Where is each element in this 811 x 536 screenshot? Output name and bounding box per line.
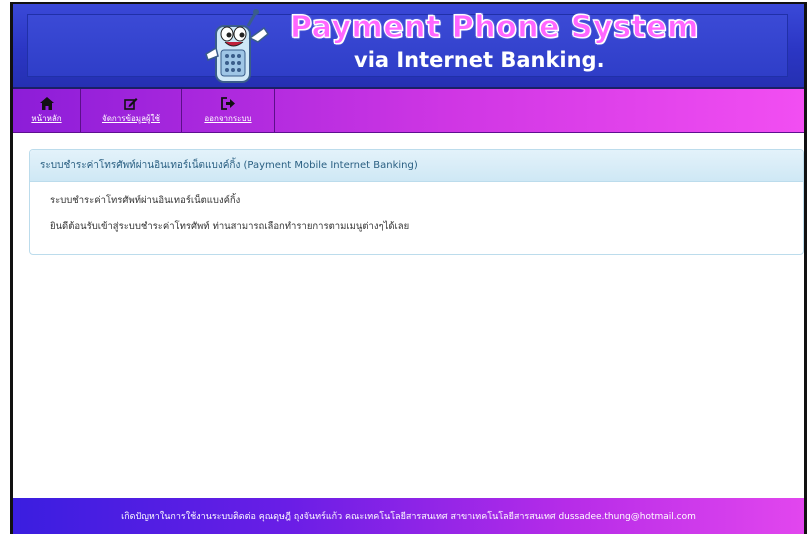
nav-item-logout[interactable]: ออกจากระบบ	[182, 89, 275, 132]
welcome-line-instructions: ยินดีต้อนรับเข้าสู่ระบบชำระค่าโทรศัพท์ ท…	[50, 221, 410, 232]
welcome-panel: ระบบชำระค่าโทรศัพท์ผ่านอินเทอร์เน็ตแบงค์…	[29, 149, 804, 255]
panel-body: ระบบชำระค่าโทรศัพท์ผ่านอินเทอร์เน็ตแบงค์…	[30, 182, 803, 256]
nav-label-home: หน้าหลัก	[31, 113, 62, 123]
sign-out-icon	[220, 96, 236, 110]
edit-icon	[124, 97, 138, 110]
footer-contact-text: เกิดปัญหาในการใช้งานระบบติดต่อ คุณดุษฎี …	[121, 512, 696, 522]
welcome-line-system: ระบบชำระค่าโทรศัพท์ผ่านอินเทอร์เน็ตแบงค์…	[50, 195, 241, 206]
phone-mascot-logo	[198, 8, 278, 88]
nav-item-manage-user[interactable]: จัดการข้อมูลผู้ใช้	[81, 89, 182, 132]
app-subtitle: via Internet Banking.	[354, 48, 605, 72]
footer-bar: เกิดปัญหาในการใช้งานระบบติดต่อ คุณดุษฎี …	[13, 498, 804, 534]
panel-heading: ระบบชำระค่าโทรศัพท์ผ่านอินเทอร์เน็ตแบงค์…	[30, 150, 803, 182]
home-icon	[39, 96, 54, 110]
app-title: Payment Phone System	[290, 10, 699, 46]
nav-label-manage-user: จัดการข้อมูลผู้ใช้	[102, 113, 160, 123]
main-content: ระบบชำระค่าโทรศัพท์ผ่านอินเทอร์เน็ตแบงค์…	[13, 133, 804, 503]
app-window: Payment Phone System via Internet Bankin…	[10, 2, 807, 534]
top-nav-bar: หน้าหลัก จัดการข้อมูลผู้ใช้ ออกจากระบบ	[13, 89, 804, 133]
header-banner: Payment Phone System via Internet Bankin…	[13, 4, 804, 89]
nav-item-home[interactable]: หน้าหลัก	[13, 89, 81, 132]
nav-label-logout: ออกจากระบบ	[204, 113, 252, 123]
